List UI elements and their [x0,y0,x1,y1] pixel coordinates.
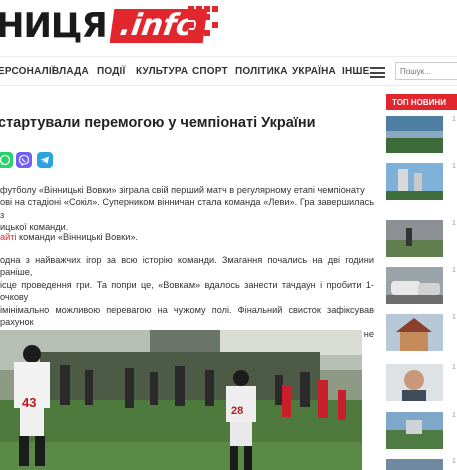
news-thumbnail[interactable] [386,163,443,200]
news-date: 1 [452,314,456,321]
news-date: 1 [452,163,456,170]
news-date: 1 [452,116,456,123]
hamburger-menu-icon[interactable] [370,67,385,78]
news-thumbnail[interactable] [386,267,443,304]
nav-item-sport[interactable]: СПОРТ [192,66,228,77]
nav-item-vlada[interactable]: ВЛАДА [52,66,89,77]
news-thumbnail[interactable] [386,412,443,449]
whatsapp-share-icon[interactable] [0,152,13,168]
site-logo-text[interactable]: НИЦЯ [0,6,108,46]
nav-item-kultura[interactable]: КУЛЬТУРА [136,66,188,77]
svg-text:43: 43 [22,395,36,410]
nav-item-personalii[interactable]: ЕРСОНАЛІЇ [0,66,55,77]
nav-item-podii[interactable]: ПОДІЇ [97,66,126,77]
news-date: 1 [452,458,456,465]
news-date: 1 [452,220,456,227]
news-thumbnail[interactable] [386,458,443,470]
search-input[interactable] [395,62,457,80]
site-header: НИЦЯ .info [0,0,457,52]
article-paragraph-1: футболу «Вінницькі Вовки» зіграла свій п… [0,185,374,233]
news-date: 1 [452,364,456,371]
top-news-header: ТОП НОВИНИ [386,94,457,110]
news-date: 1 [452,267,456,274]
nav-item-polityka[interactable]: ПОЛІТИКА [235,66,288,77]
news-thumbnail[interactable] [386,364,443,401]
article-link[interactable]: айті [0,232,17,242]
logo-pixel-decoration [188,6,220,42]
article-paragraph-2-text: команди «Вінницькі Вовки». [16,232,138,242]
telegram-share-icon[interactable] [37,152,53,168]
nav-item-ukraina[interactable]: УКРАЇНА [292,66,336,77]
svg-text:28: 28 [231,405,243,417]
news-date: 1 [452,412,456,419]
nav-item-inshe[interactable]: ІНШЕ [342,66,370,77]
main-navigation: ЕРСОНАЛІЇ ВЛАДА ПОДІЇ КУЛЬТУРА СПОРТ ПОЛ… [0,56,457,86]
news-thumbnail[interactable] [386,116,443,153]
article-title: стартували перемогою у чемпіонаті Україн… [0,115,316,131]
news-thumbnail[interactable] [386,314,443,351]
article-photo: 43 28 [0,330,362,470]
news-thumbnail[interactable] [386,220,443,257]
viber-share-icon[interactable] [16,152,32,168]
article-paragraph-2: айті команди «Вінницькі Вовки». [0,231,374,243]
